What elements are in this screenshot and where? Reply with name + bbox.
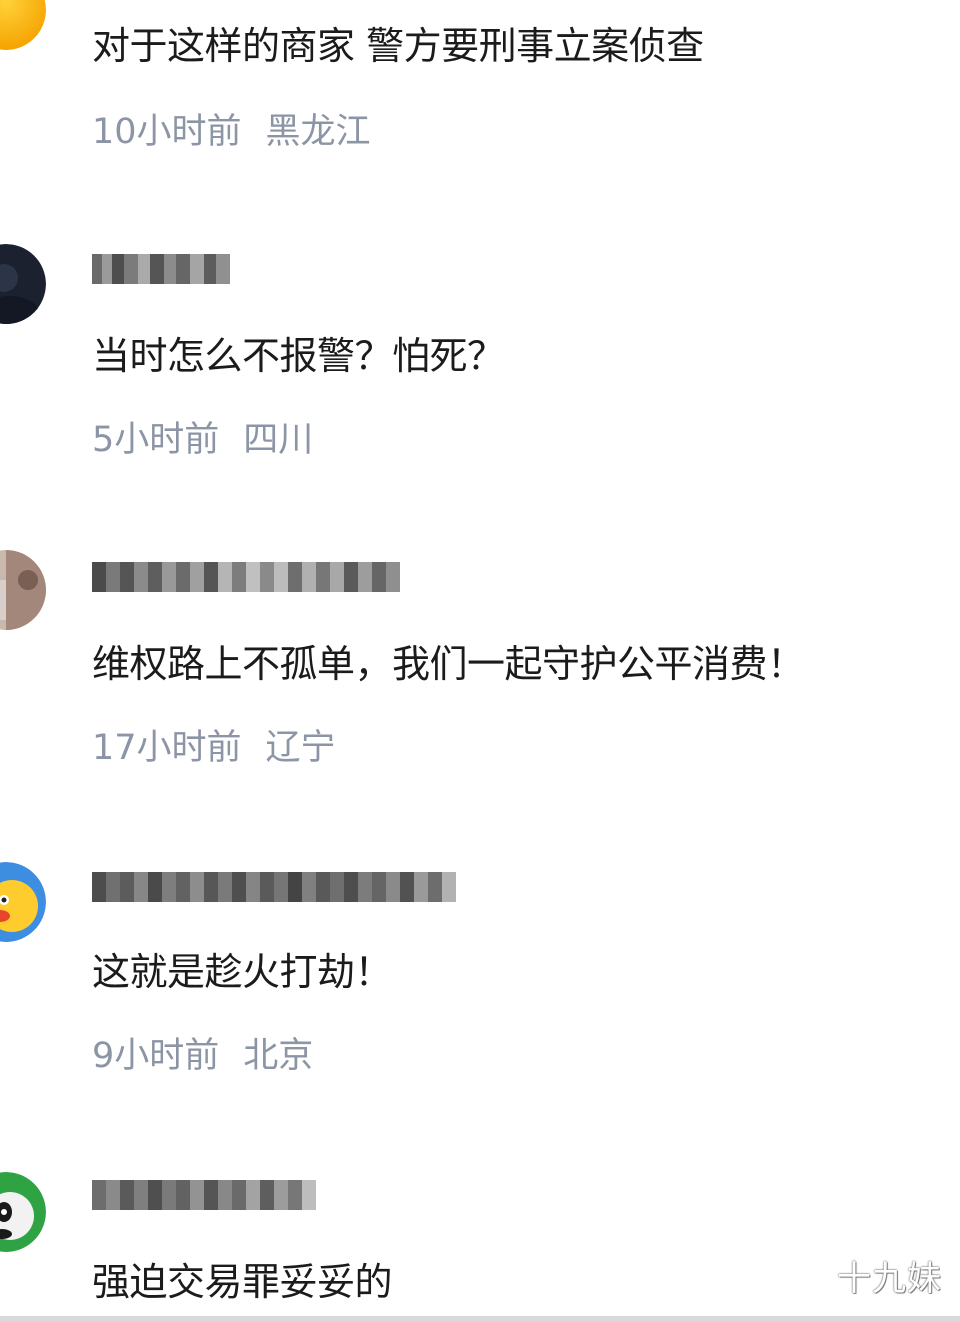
username-pixelated[interactable] — [92, 252, 230, 286]
comment-meta: 9小时前 北京 — [92, 1034, 313, 1078]
comment-location: 辽宁 — [265, 728, 336, 768]
comment-text: 强迫交易罪妥妥的 — [92, 1260, 393, 1304]
avatar[interactable] — [0, 244, 46, 324]
comment-meta: 5小时前 四川 — [92, 418, 313, 462]
comment-meta: 17小时前 辽宁 — [92, 726, 336, 770]
comment-location: 四川 — [243, 420, 314, 460]
bottom-divider — [0, 1316, 960, 1322]
avatar[interactable] — [0, 1172, 46, 1252]
comment-text: 对于这样的商家 警方要刑事立案侦查 — [92, 24, 704, 68]
avatar[interactable] — [0, 0, 46, 50]
comment-location: 北京 — [243, 1036, 314, 1076]
comment-time: 10小时前 — [92, 112, 242, 152]
username-pixelated[interactable] — [92, 560, 400, 594]
comment-text: 维权路上不孤单，我们一起守护公平消费！ — [92, 642, 805, 686]
avatar[interactable] — [0, 550, 46, 630]
comment-time: 9小时前 — [92, 1036, 220, 1076]
comment-text: 这就是趁火打劫！ — [92, 950, 393, 994]
avatar[interactable] — [0, 862, 46, 942]
comment-meta: 10小时前 黑龙江 — [92, 110, 371, 154]
comment-text: 当时怎么不报警？怕死？ — [92, 334, 505, 378]
comment-location: 黑龙江 — [265, 112, 371, 152]
watermark: 十九妹 — [837, 1259, 942, 1299]
username-pixelated[interactable] — [92, 1178, 316, 1212]
comment-time: 17小时前 — [92, 728, 242, 768]
username-pixelated[interactable] — [92, 870, 456, 904]
comment-time: 5小时前 — [92, 420, 220, 460]
